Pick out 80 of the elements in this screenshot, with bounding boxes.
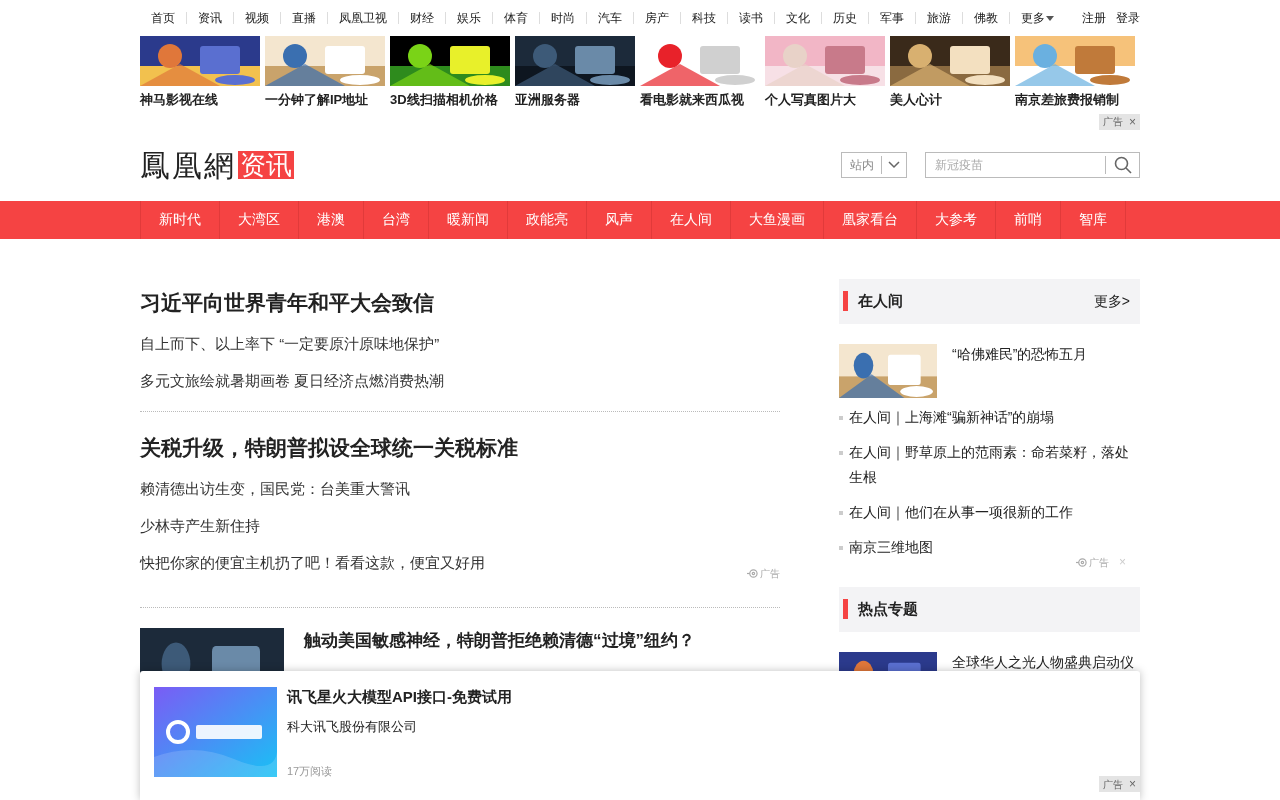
close-button[interactable]: × (1129, 115, 1136, 128)
ad-tile[interactable]: 个人写真图片大 (765, 36, 885, 110)
channel-tab[interactable]: 暖新闻 (429, 200, 508, 239)
nav-link[interactable]: 科技 (681, 9, 727, 27)
channel-tab[interactable]: 凰家看台 (824, 200, 917, 239)
ad-tile[interactable]: 一分钟了解IP地址 (265, 36, 385, 110)
ad-title[interactable]: 讯飞星火大模型API接口-免费试用 (287, 687, 1126, 707)
close-button[interactable]: × (1129, 778, 1136, 790)
story-link[interactable]: 在人间｜他们在从事一项很新的工作 (849, 499, 1073, 525)
ad-tile[interactable]: 看电影就来西瓜视 (640, 36, 760, 110)
ad-tile[interactable]: 美人心计 (890, 36, 1010, 110)
channel-tab[interactable]: 大湾区 (220, 200, 299, 239)
nav-link[interactable]: 文化 (775, 9, 821, 27)
news-link[interactable]: 少林寺产生新住持 (140, 506, 780, 544)
more-menu[interactable]: 更多 (1021, 9, 1054, 27)
ad-tile[interactable]: 亚洲服务器 (515, 36, 635, 110)
read-count: 17万阅读 (287, 763, 334, 779)
nav-link[interactable]: 时尚 (540, 9, 586, 27)
more-link[interactable]: 更多> (1093, 290, 1130, 312)
nav-link[interactable]: 娱乐 (446, 9, 492, 27)
headline[interactable]: 关税升级，特朗普拟设全球统一关税标准 (140, 431, 780, 464)
nav-link[interactable]: 视频 (234, 9, 280, 27)
nav-link[interactable]: 直播 (281, 9, 327, 27)
caret-icon (1046, 15, 1054, 21)
sponsored-link[interactable]: 南京三维地图 (849, 534, 933, 560)
nav-link[interactable]: 资讯 (187, 9, 233, 27)
featured-headline[interactable]: 触动美国敏感神经，特朗普拒绝赖清德“过境”纽约？ (304, 627, 695, 654)
news-link[interactable]: 多元文旅绘就暑期画卷 夏日经济点燃消费热潮 (140, 361, 780, 399)
nav-link[interactable]: 汽车 (587, 9, 633, 27)
ad-tile[interactable]: 南京差旅费报销制 (1015, 36, 1135, 110)
scope-select[interactable]: 站内 (841, 152, 907, 178)
lead-story[interactable]: “哈佛难民”的恐怖五月 (952, 343, 1088, 364)
channel-tab[interactable]: 港澳 (299, 200, 364, 239)
nav-link[interactable]: 财经 (399, 9, 445, 27)
nav-link[interactable]: 凤凰卫视 (328, 9, 398, 27)
nav-link[interactable]: 军事 (869, 9, 915, 27)
ad-tag: 广告 × (1099, 776, 1140, 792)
story-link[interactable]: 在人间｜上海滩“骗新神话”的崩塌 (849, 404, 1055, 430)
section-title: 热点专题 (858, 598, 918, 619)
channel-tab[interactable]: 前哨 (996, 200, 1061, 239)
nav-link[interactable]: 读书 (728, 9, 774, 27)
nav-link[interactable]: 首页 (140, 9, 186, 27)
accent-bar (843, 599, 848, 619)
ad-mark-icon (747, 567, 758, 579)
advertiser-name: 科大讯飞股份有限公司 (287, 718, 418, 736)
nav-link[interactable]: 佛教 (963, 9, 1009, 27)
nav-link[interactable]: 房产 (634, 9, 680, 27)
channel-tab[interactable]: 新时代 (141, 200, 220, 239)
nav-link[interactable]: 旅游 (916, 9, 962, 27)
search-icon (1113, 156, 1132, 174)
account-link[interactable]: 登录 (1116, 9, 1140, 27)
story-link[interactable]: 在人间｜野草原上的范雨素：命若菜籽，落处生根 (849, 439, 1140, 490)
channel-tab[interactable]: 智库 (1061, 200, 1126, 239)
ad-label: 广告 (1076, 554, 1109, 570)
logo: 鳳凰網 (140, 146, 236, 185)
ad-toast[interactable]: 讯飞星火大模型API接口-免费试用 科大讯飞股份有限公司 17万阅读 广告 × (140, 671, 1140, 800)
nav-link[interactable]: 历史 (822, 9, 868, 27)
accent-bar (843, 291, 848, 311)
channel-tab[interactable]: 台湾 (364, 200, 429, 239)
ad-tag: 广告 × (1099, 113, 1140, 130)
news-link[interactable]: 自上而下、以上率下 “一定要原汁原味地保护” (140, 324, 780, 362)
channel-tab[interactable]: 政能亮 (508, 200, 587, 239)
ad-mark-icon (1076, 556, 1087, 568)
channel-tab[interactable]: 在人间 (652, 200, 731, 239)
ad-tile[interactable]: 神马影视在线 (140, 36, 260, 110)
account-link[interactable]: 注册 (1082, 9, 1106, 27)
nav-link[interactable]: 体育 (493, 9, 539, 27)
search-field[interactable]: 新冠疫苗 (926, 156, 1105, 174)
search-box[interactable]: 新冠疫苗 (925, 152, 1140, 178)
channel-tab[interactable]: 大鱼漫画 (731, 200, 824, 239)
ad-tile[interactable]: 3D线扫描相机价格 (390, 36, 510, 110)
channel-tab[interactable]: 风声 (587, 200, 652, 239)
ad-label: 广告 (747, 565, 780, 581)
section-title: 在人间 (858, 290, 903, 311)
news-link[interactable]: 赖清德出访生变，国民党：台美重大警讯 (140, 469, 780, 507)
channel-tab[interactable]: 大参考 (917, 200, 996, 239)
sponsored-link[interactable]: 快把你家的便宜主机扔了吧！看看这款，便宜又好用 (140, 543, 485, 581)
lead-story[interactable]: 全球华人之光人物盛典启动仪 (952, 651, 1134, 672)
headline[interactable]: 习近平向世界青年和平大会致信 (140, 286, 780, 319)
channel-badge: 资讯 (238, 151, 294, 179)
